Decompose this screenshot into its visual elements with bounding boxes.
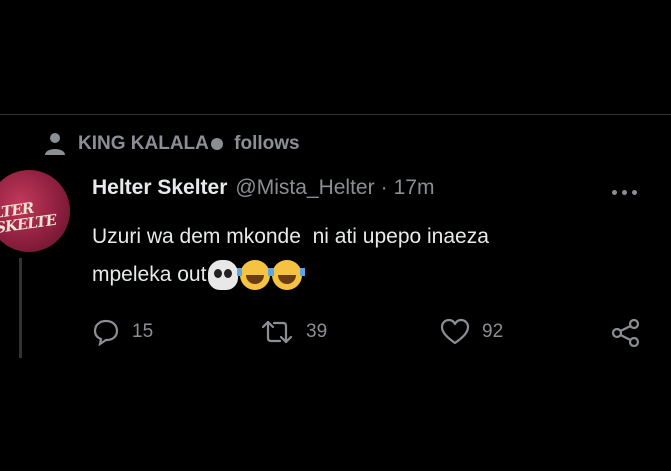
- like-button[interactable]: 92: [440, 318, 503, 346]
- tweet-actions: 15 39 92: [92, 318, 652, 352]
- share-button[interactable]: [610, 318, 642, 348]
- badge-icon: [210, 137, 223, 150]
- top-divider: [0, 114, 671, 115]
- reply-count: 15: [132, 321, 154, 342]
- tweet-timestamp[interactable]: 17m: [394, 176, 435, 200]
- thread-line: [19, 258, 22, 358]
- avatar-logo-text: LTER SKELTE: [0, 198, 58, 238]
- like-icon: [440, 318, 470, 346]
- reply-icon: [92, 318, 120, 346]
- social-context-user[interactable]: KING KALALA: [78, 133, 209, 154]
- person-icon: [44, 132, 66, 156]
- display-name[interactable]: Helter Skelter: [92, 176, 227, 200]
- retweet-count: 39: [306, 321, 328, 342]
- share-icon: [610, 318, 642, 348]
- avatar[interactable]: LTER SKELTE: [0, 170, 70, 252]
- more-icon[interactable]: [612, 190, 637, 195]
- header-separator: ·: [380, 176, 388, 199]
- skull-emoji-icon: [208, 260, 239, 291]
- tears-of-joy-emoji-icon: [237, 260, 274, 291]
- user-handle[interactable]: @Mista_Helter: [235, 176, 374, 200]
- tears-of-joy-emoji-icon: [269, 260, 306, 291]
- tweet-text: Uzuri wa dem mkonde ni ati upepo inaeza …: [92, 218, 652, 294]
- follows-label: follows: [234, 133, 300, 154]
- retweet-icon: [260, 318, 294, 346]
- like-count: 92: [482, 321, 504, 342]
- tweet-header: Helter Skelter @Mista_Helter · 17m: [92, 176, 434, 200]
- reply-button[interactable]: 15: [92, 318, 153, 346]
- retweet-button[interactable]: 39: [260, 318, 327, 346]
- social-context: KING KALALA follows: [44, 132, 300, 156]
